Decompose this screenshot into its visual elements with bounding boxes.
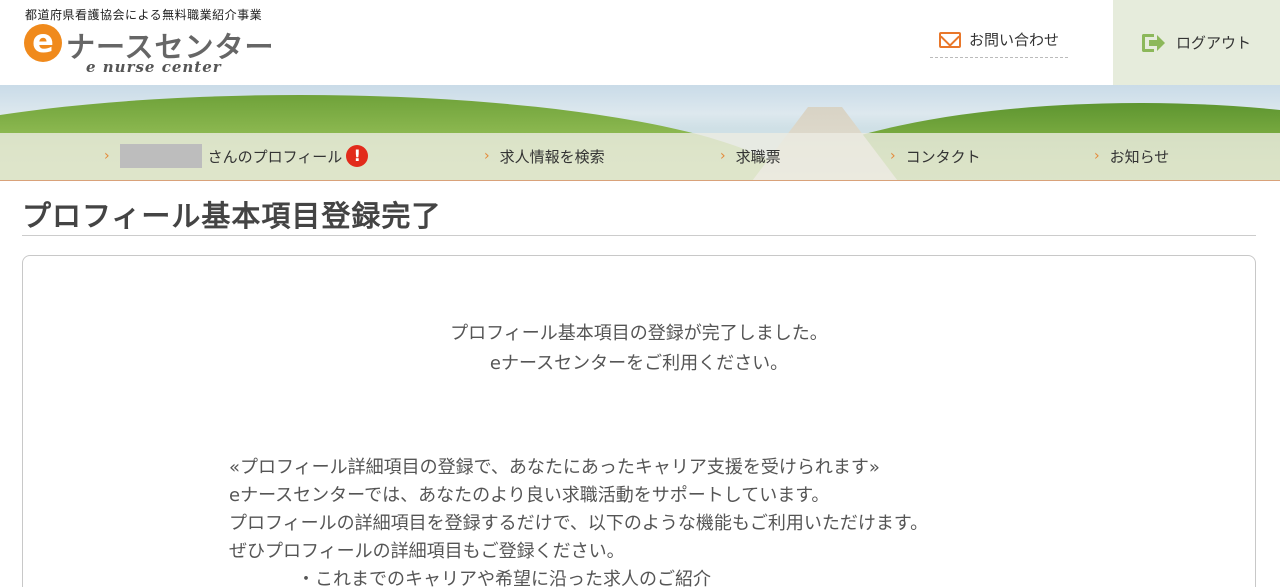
nav-item-news[interactable]: › お知らせ <box>1094 133 1169 179</box>
nav-item-label: お知らせ <box>1109 147 1170 166</box>
nav-item-label: 求職票 <box>735 147 781 166</box>
detail-line: eナースセンターでは、あなたのより良い求職活動をサポートしています。 <box>229 485 830 506</box>
main-nav: › さんのプロフィール ! › 求人情報を検索 › 求職票 › コンタクト › … <box>0 133 1280 181</box>
detail-heading: «プロフィール詳細項目の登録で、あなたにあったキャリア支援を受けられます» <box>229 457 880 478</box>
nav-item-label: 求人情報を検索 <box>499 147 605 166</box>
nav-item-profile[interactable]: › さんのプロフィール ! <box>104 133 369 179</box>
nav-item-job-search[interactable]: › 求人情報を検索 <box>484 133 605 179</box>
logo-e-icon: e <box>24 24 62 62</box>
user-name-masked <box>119 144 202 168</box>
chevron-right-icon: › <box>720 148 726 164</box>
alert-icon: ! <box>346 145 369 167</box>
site-tagline: 都道府県看護協会による無料職業紹介事業 <box>25 8 263 22</box>
chevron-right-icon: › <box>484 148 490 164</box>
nav-item-contact[interactable]: › コンタクト <box>890 133 981 179</box>
logout-icon <box>1141 33 1165 52</box>
completion-message: プロフィール基本項目の登録が完了しました。 eナースセンターをご利用ください。 <box>23 319 1255 379</box>
detail-info: «プロフィール詳細項目の登録で、あなたにあったキャリア支援を受けられます» eナ… <box>229 454 928 587</box>
feature-bullet: ・これまでのキャリアや希望に沿った求人のご紹介 <box>297 569 711 587</box>
title-divider <box>22 235 1256 236</box>
nav-item-label: さんのプロフィール <box>207 147 343 166</box>
completion-line-1: プロフィール基本項目の登録が完了しました。 <box>450 323 828 344</box>
mail-icon <box>938 31 961 48</box>
logout-label: ログアウト <box>1175 34 1251 52</box>
hero-banner: › さんのプロフィール ! › 求人情報を検索 › 求職票 › コンタクト › … <box>0 85 1280 181</box>
chevron-right-icon: › <box>1094 148 1100 164</box>
chevron-right-icon: › <box>890 148 896 164</box>
detail-line: プロフィールの詳細項目を登録するだけで、以下のような機能もご利用いただけます。 <box>229 513 929 534</box>
nav-item-label: コンタクト <box>905 147 981 166</box>
contact-link[interactable]: お問い合わせ <box>930 22 1068 58</box>
logout-button[interactable]: ログアウト <box>1113 0 1280 85</box>
completion-line-2: eナースセンターをご利用ください。 <box>489 353 789 374</box>
page-title: プロフィール基本項目登録完了 <box>22 199 442 233</box>
detail-line: ぜひプロフィールの詳細項目もご登録ください。 <box>229 541 625 562</box>
site-header: 都道府県看護協会による無料職業紹介事業 e ナースセンター e nurse ce… <box>0 0 1280 85</box>
nav-item-application-form[interactable]: › 求職票 <box>720 133 781 179</box>
content-panel: プロフィール基本項目の登録が完了しました。 eナースセンターをご利用ください。 … <box>22 255 1256 587</box>
contact-label: お問い合わせ <box>968 31 1059 49</box>
site-logo[interactable]: e ナースセンター e nurse center <box>24 22 284 78</box>
chevron-right-icon: › <box>104 148 110 164</box>
logo-subtitle: e nurse center <box>86 58 222 76</box>
